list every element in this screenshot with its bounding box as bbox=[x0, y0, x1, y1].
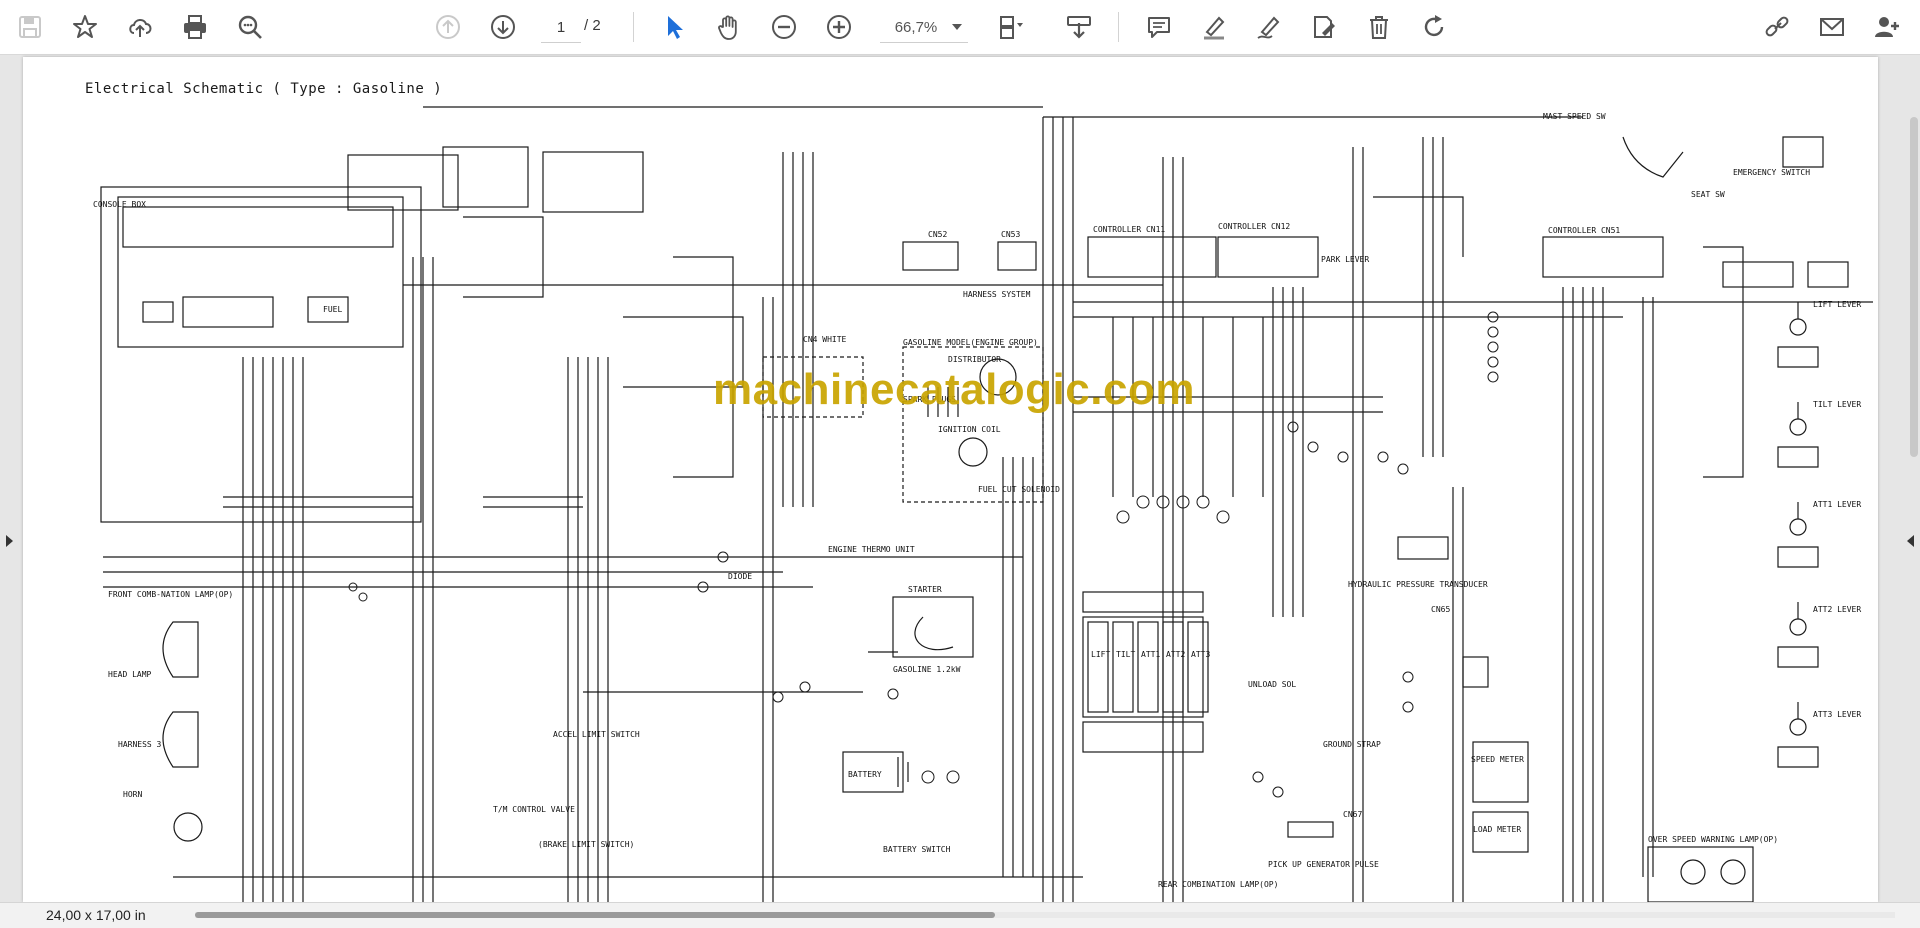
label-distributor: DISTRIBUTOR bbox=[948, 355, 1001, 364]
label-att3-sol: ATT3 bbox=[1191, 650, 1210, 659]
right-pane-toggle-icon[interactable] bbox=[1907, 535, 1914, 547]
label-lift: LIFT LEVER bbox=[1813, 300, 1861, 309]
label-mast: MAST SPEED SW bbox=[1543, 112, 1606, 121]
status-bar: 24,00 x 17,00 in bbox=[0, 902, 1920, 928]
delete-icon[interactable] bbox=[1360, 8, 1398, 46]
top-toolbar: / 2 66,7% bbox=[0, 0, 1920, 55]
label-unload: UNLOAD SOL bbox=[1248, 680, 1296, 689]
page-up-icon[interactable] bbox=[429, 8, 467, 46]
label-att2-sol: ATT2 bbox=[1166, 650, 1185, 659]
label-lift-sol: LIFT bbox=[1091, 650, 1110, 659]
label-ground: GROUND STRAP bbox=[1323, 740, 1381, 749]
label-controller2: CONTROLLER CN12 bbox=[1218, 222, 1290, 231]
label-cn67: CN67 bbox=[1343, 810, 1362, 819]
page-total: / 2 bbox=[584, 17, 601, 34]
label-seat: SEAT SW bbox=[1691, 190, 1725, 199]
print-icon[interactable] bbox=[176, 8, 214, 46]
horizontal-scroll-thumb[interactable] bbox=[195, 912, 995, 918]
label-accel: ACCEL LIMIT SWITCH bbox=[553, 730, 640, 739]
label-head-lamp: HEAD LAMP bbox=[108, 670, 152, 679]
label-cn53: CN53 bbox=[1001, 230, 1020, 239]
label-gasoline-size: GASOLINE 1.2kW bbox=[893, 665, 961, 674]
toolbar-divider bbox=[1118, 12, 1119, 42]
page-down-icon[interactable] bbox=[484, 8, 522, 46]
left-pane-toggle-icon[interactable] bbox=[6, 535, 13, 547]
label-pickup: PICK UP GENERATOR PULSE bbox=[1268, 860, 1379, 869]
label-cn4: CN4 WHITE bbox=[803, 335, 847, 344]
label-controller3: CONTROLLER CN51 bbox=[1548, 226, 1620, 235]
upload-cloud-icon[interactable] bbox=[121, 8, 159, 46]
label-att3: ATT3 LEVER bbox=[1813, 710, 1861, 719]
page-number-input[interactable] bbox=[541, 12, 581, 43]
label-load-meter: LOAD METER bbox=[1473, 825, 1521, 834]
label-harness3: HARNESS 3 bbox=[118, 740, 162, 749]
label-harness-system: HARNESS SYSTEM bbox=[963, 290, 1031, 299]
rotate-icon[interactable] bbox=[1415, 8, 1453, 46]
label-horn: HORN bbox=[123, 790, 142, 799]
hand-pan-icon[interactable] bbox=[710, 8, 748, 46]
label-fuel-cut: FUEL CUT SOLENOID bbox=[978, 485, 1060, 494]
zoom-value: 66,7% bbox=[894, 18, 938, 36]
label-att1-sol: ATT1 bbox=[1141, 650, 1160, 659]
page-fit-icon[interactable] bbox=[992, 8, 1030, 46]
document-viewport[interactable]: CONSOLE BOX FRONT COMB-NATION LAMP(OP) H… bbox=[0, 55, 1920, 902]
pdf-page: CONSOLE BOX FRONT COMB-NATION LAMP(OP) H… bbox=[23, 57, 1878, 902]
label-diode: DIODE bbox=[728, 572, 752, 581]
label-engine-thermo: ENGINE THERMO UNIT bbox=[828, 545, 915, 554]
fill-sign-icon[interactable] bbox=[1305, 8, 1343, 46]
label-tm: T/M CONTROL VALVE bbox=[493, 805, 575, 814]
download-tray-icon[interactable] bbox=[1060, 8, 1098, 46]
label-tilt-sol: TILT bbox=[1116, 650, 1135, 659]
watermark: machinecatalogic.com bbox=[713, 365, 1195, 414]
label-hydraulic: HYDRAULIC PRESSURE TRANSDUCER bbox=[1348, 580, 1488, 589]
label-ignition: IGNITION COIL bbox=[938, 425, 1001, 434]
electrical-schematic-diagram: CONSOLE BOX FRONT COMB-NATION LAMP(OP) H… bbox=[93, 106, 1873, 902]
label-att2: ATT2 LEVER bbox=[1813, 605, 1861, 614]
email-icon[interactable] bbox=[1813, 8, 1851, 46]
label-gasoline-group: GASOLINE MODEL(ENGINE GROUP) bbox=[903, 338, 1038, 347]
label-starter: STARTER bbox=[908, 585, 942, 594]
label-att1: ATT1 LEVER bbox=[1813, 500, 1861, 509]
chevron-down-icon bbox=[952, 24, 962, 30]
label-park: PARK LEVER bbox=[1321, 255, 1369, 264]
share-link-icon[interactable] bbox=[1758, 8, 1796, 46]
zoom-in-icon[interactable] bbox=[820, 8, 858, 46]
label-front-lamp: FRONT COMB-NATION LAMP(OP) bbox=[108, 590, 233, 599]
label-brake: (BRAKE LIMIT SWITCH) bbox=[538, 840, 634, 849]
label-tilt: TILT LEVER bbox=[1813, 400, 1861, 409]
label-fuel: FUEL bbox=[323, 305, 342, 314]
schematic-title: Electrical Schematic ( Type : Gasoline ) bbox=[85, 81, 443, 97]
vertical-scrollbar[interactable] bbox=[1910, 117, 1918, 457]
page-size-label: 24,00 x 17,00 in bbox=[46, 907, 146, 923]
label-over-speed: OVER SPEED WARNING LAMP(OP) bbox=[1648, 835, 1778, 844]
highlight-pen-icon[interactable] bbox=[1195, 8, 1233, 46]
label-battery: BATTERY bbox=[848, 770, 882, 779]
add-user-icon[interactable] bbox=[1868, 8, 1906, 46]
zoom-search-icon[interactable] bbox=[231, 8, 269, 46]
label-cn52: CN52 bbox=[928, 230, 947, 239]
select-cursor-icon[interactable] bbox=[655, 8, 693, 46]
label-rear-lamp: REAR COMBINATION LAMP(OP) bbox=[1158, 880, 1278, 889]
draw-icon[interactable] bbox=[1250, 8, 1288, 46]
label-cn65: CN65 bbox=[1431, 605, 1450, 614]
label-console-box: CONSOLE BOX bbox=[93, 200, 146, 209]
save-icon[interactable] bbox=[11, 8, 49, 46]
label-controller1: CONTROLLER CN11 bbox=[1093, 225, 1165, 234]
toolbar-divider bbox=[633, 12, 634, 42]
comment-icon[interactable] bbox=[1140, 8, 1178, 46]
label-speed-meter: SPEED METER bbox=[1471, 755, 1524, 764]
zoom-select[interactable]: 66,7% bbox=[880, 12, 968, 43]
label-emergency: EMERGENCY SWITCH bbox=[1733, 168, 1810, 177]
label-battery-sw: BATTERY SWITCH bbox=[883, 845, 951, 854]
bookmark-star-icon[interactable] bbox=[66, 8, 104, 46]
zoom-out-icon[interactable] bbox=[765, 8, 803, 46]
